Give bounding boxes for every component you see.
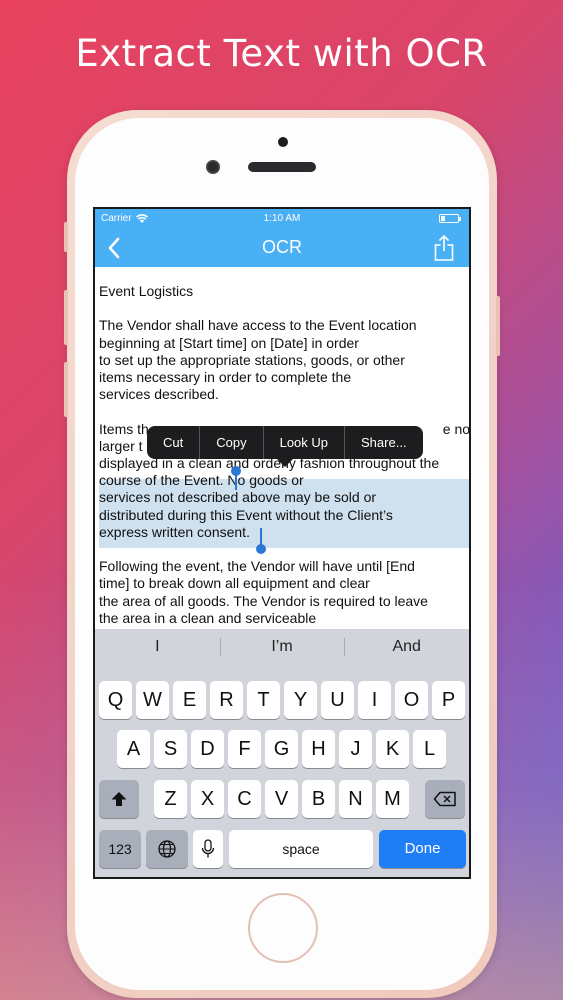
key-y[interactable]: Y <box>284 681 317 719</box>
globe-icon <box>158 840 176 858</box>
key-u[interactable]: U <box>321 681 354 719</box>
prediction-1[interactable]: I <box>95 629 220 665</box>
front-camera <box>206 160 220 174</box>
shift-arrow-icon <box>111 792 127 806</box>
space-key[interactable]: space <box>229 830 373 868</box>
delete-key[interactable] <box>425 780 465 818</box>
battery-icon <box>439 214 461 223</box>
key-z[interactable]: Z <box>154 780 187 818</box>
key-l[interactable]: L <box>413 730 446 768</box>
power-button <box>496 296 500 356</box>
menu-copy[interactable]: Copy <box>200 426 264 459</box>
key-k[interactable]: K <box>376 730 409 768</box>
paragraph-3: Following the event, the Vendor will hav… <box>99 558 428 626</box>
menu-cut[interactable]: Cut <box>147 426 201 459</box>
globe-key[interactable] <box>146 830 188 868</box>
headline: Extract Text with OCR <box>75 32 488 75</box>
menu-look-up[interactable]: Look Up <box>264 426 346 459</box>
key-b[interactable]: B <box>302 780 335 818</box>
phone-screen: Carrier 1:10 AM OCR Event Logistics The … <box>93 207 471 879</box>
status-time: 1:10 AM <box>263 213 301 224</box>
done-key[interactable]: Done <box>379 830 466 868</box>
key-g[interactable]: G <box>265 730 298 768</box>
keyboard: I I’m And Q W E R T Y U I O P A S D F G … <box>95 629 469 877</box>
status-bar: Carrier 1:10 AM <box>95 209 469 229</box>
predictive-bar: I I’m And <box>95 629 469 665</box>
paragraph-1: The Vendor shall have access to the Even… <box>99 317 417 403</box>
key-c[interactable]: C <box>228 780 261 818</box>
key-v[interactable]: V <box>265 780 298 818</box>
numbers-key[interactable]: 123 <box>99 830 141 868</box>
mute-switch <box>64 222 68 252</box>
edit-menu: Cut Copy Look Up Share... <box>147 426 423 459</box>
backspace-icon <box>433 791 456 807</box>
volume-up-button <box>64 290 68 345</box>
key-o[interactable]: O <box>395 681 428 719</box>
key-e[interactable]: E <box>173 681 206 719</box>
selection-start-caret <box>235 473 237 490</box>
selection-end-handle[interactable] <box>256 544 266 554</box>
earpiece-speaker <box>248 162 316 172</box>
key-s[interactable]: S <box>154 730 187 768</box>
key-i[interactable]: I <box>358 681 391 719</box>
edit-menu-pointer <box>277 459 293 467</box>
key-n[interactable]: N <box>339 780 372 818</box>
key-f[interactable]: F <box>228 730 261 768</box>
doc-title: Event Logistics <box>99 283 194 299</box>
volume-down-button <box>64 362 68 417</box>
menu-share[interactable]: Share... <box>345 426 423 459</box>
key-d[interactable]: D <box>191 730 224 768</box>
home-button[interactable] <box>248 893 318 963</box>
microphone-icon <box>201 839 215 858</box>
key-r[interactable]: R <box>210 681 243 719</box>
prediction-2[interactable]: I’m <box>219 629 345 665</box>
proximity-sensor <box>278 137 288 147</box>
navigation-bar: OCR <box>95 229 469 267</box>
nav-title: OCR <box>262 237 302 257</box>
key-a[interactable]: A <box>117 730 150 768</box>
share-icon[interactable] <box>433 234 455 262</box>
shift-key[interactable] <box>99 780 139 818</box>
key-h[interactable]: H <box>302 730 335 768</box>
key-t[interactable]: T <box>247 681 280 719</box>
key-p[interactable]: P <box>432 681 465 719</box>
dictation-key[interactable] <box>193 830 223 868</box>
key-j[interactable]: J <box>339 730 372 768</box>
key-w[interactable]: W <box>136 681 169 719</box>
key-q[interactable]: Q <box>99 681 132 719</box>
key-x[interactable]: X <box>191 780 224 818</box>
prediction-3[interactable]: And <box>344 629 469 665</box>
key-m[interactable]: M <box>376 780 409 818</box>
